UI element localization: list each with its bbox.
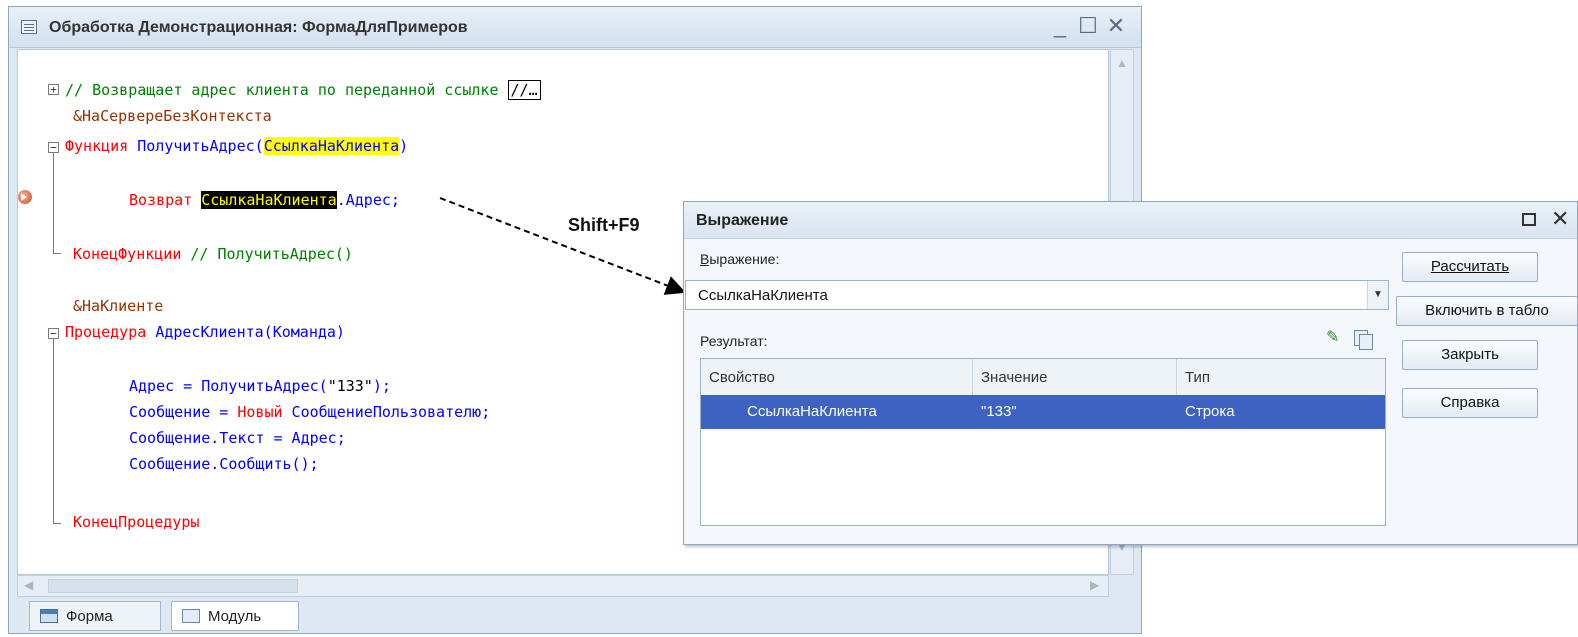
add-to-watch-button[interactable]: Включить в табло: [1396, 296, 1578, 326]
calculate-button[interactable]: Рассчитать: [1402, 252, 1538, 282]
column-header-type[interactable]: Тип: [1177, 359, 1385, 395]
table-row[interactable]: СсылкаНаКлиента "133" Строка: [701, 395, 1385, 429]
edit-pencil-icon[interactable]: ✎: [1326, 330, 1342, 346]
expression-value: СсылкаНаКлиента: [698, 287, 828, 304]
close-dialog-button[interactable]: Закрыть: [1402, 340, 1538, 370]
dropdown-arrow-icon[interactable]: ▼: [1367, 281, 1388, 309]
column-header-value[interactable]: Значение: [973, 359, 1177, 395]
cell-property: СсылкаНаКлиента: [747, 403, 877, 420]
help-button[interactable]: Справка: [1402, 388, 1538, 418]
button-label: Рассчитать: [1430, 258, 1510, 275]
dialog-titlebar: Выражение ✕: [684, 202, 1577, 239]
cell-value: "133": [981, 403, 1017, 420]
mnemonic: В: [700, 251, 710, 267]
expression-label: Выражение:: [700, 251, 780, 267]
cell-type: Строка: [1185, 403, 1235, 420]
close-icon[interactable]: ✕: [1551, 206, 1569, 232]
expression-combobox[interactable]: СсылкаНаКлиента ▼: [685, 280, 1389, 310]
expression-label-text: ыражение:: [709, 251, 780, 267]
result-table[interactable]: Свойство Значение Тип СсылкаНаКлиента "1…: [700, 358, 1386, 526]
column-header-property[interactable]: Свойство: [701, 359, 973, 395]
dialog-title: Выражение: [696, 212, 789, 229]
copy-icon[interactable]: [1354, 330, 1374, 350]
table-header: Свойство Значение Тип: [701, 359, 1385, 396]
result-label: Результат:: [700, 333, 768, 349]
maximize-icon[interactable]: [1522, 213, 1536, 226]
